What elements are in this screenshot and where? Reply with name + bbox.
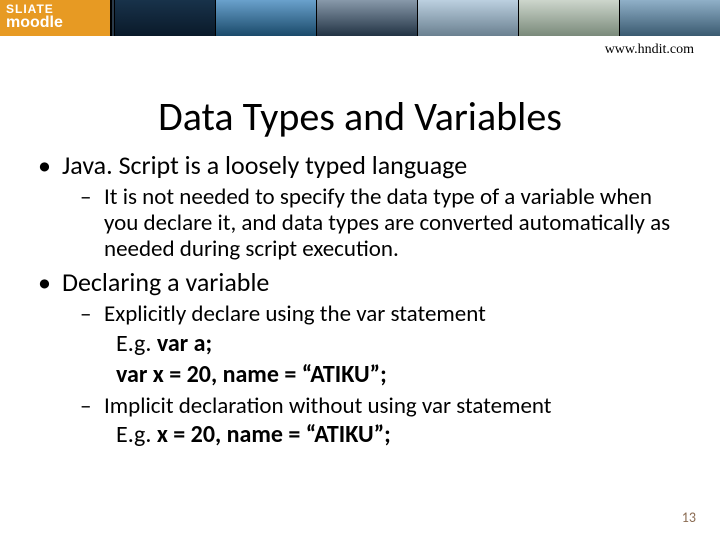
bullet-text: Java. Script is a loosely typed language (62, 149, 467, 181)
example-line: var x = 20, name = “ATIKU”; (116, 361, 682, 390)
bullet-level2: – Explicitly declare using the var state… (80, 302, 682, 328)
banner-image (417, 0, 518, 36)
banner-image (114, 0, 215, 36)
bullet-level1: • Declaring a variable (38, 266, 682, 298)
example-line: E.g. var a; (116, 330, 682, 359)
bullet-dot-icon: • (38, 266, 62, 298)
bullet-text: Explicitly declare using the var stateme… (104, 302, 486, 328)
banner-image (215, 0, 316, 36)
banner-image (518, 0, 619, 36)
bullet-text: It is not needed to specify the data typ… (104, 185, 682, 262)
header-banner: SLIATE moodle (0, 0, 720, 36)
bullet-level2: – Implicit declaration without using var… (80, 394, 682, 420)
banner-image (619, 0, 720, 36)
slide: SLIATE moodle www.hndit.com Data Types a… (0, 0, 720, 540)
site-url: www.hndit.com (605, 42, 694, 58)
example-code: x = 20, name = “ATIKU”; (157, 420, 391, 449)
bullet-dash-icon: – (80, 185, 104, 262)
banner-image (316, 0, 417, 36)
example-label: E.g. (116, 420, 157, 449)
bullet-level2: – It is not needed to specify the data t… (80, 185, 682, 262)
logo-line2: moodle (6, 16, 63, 30)
bullet-text: Declaring a variable (62, 266, 269, 298)
bullet-dot-icon: • (38, 149, 62, 181)
slide-body: • Java. Script is a loosely typed langua… (0, 149, 720, 450)
example-code: var x = 20, name = “ATIKU”; (116, 360, 387, 389)
banner-logo: SLIATE moodle (6, 2, 63, 30)
bullet-dash-icon: – (80, 302, 104, 328)
banner-images (114, 0, 720, 36)
bullet-text: Implicit declaration without using var s… (104, 394, 551, 420)
example-line: E.g. x = 20, name = “ATIKU”; (116, 421, 682, 450)
bullet-dash-icon: – (80, 394, 104, 420)
example-label: E.g. (116, 329, 157, 358)
slide-title: Data Types and Variables (0, 92, 720, 141)
bullet-level1: • Java. Script is a loosely typed langua… (38, 149, 682, 181)
example-code: var a; (157, 329, 212, 358)
page-number: 13 (682, 509, 696, 526)
